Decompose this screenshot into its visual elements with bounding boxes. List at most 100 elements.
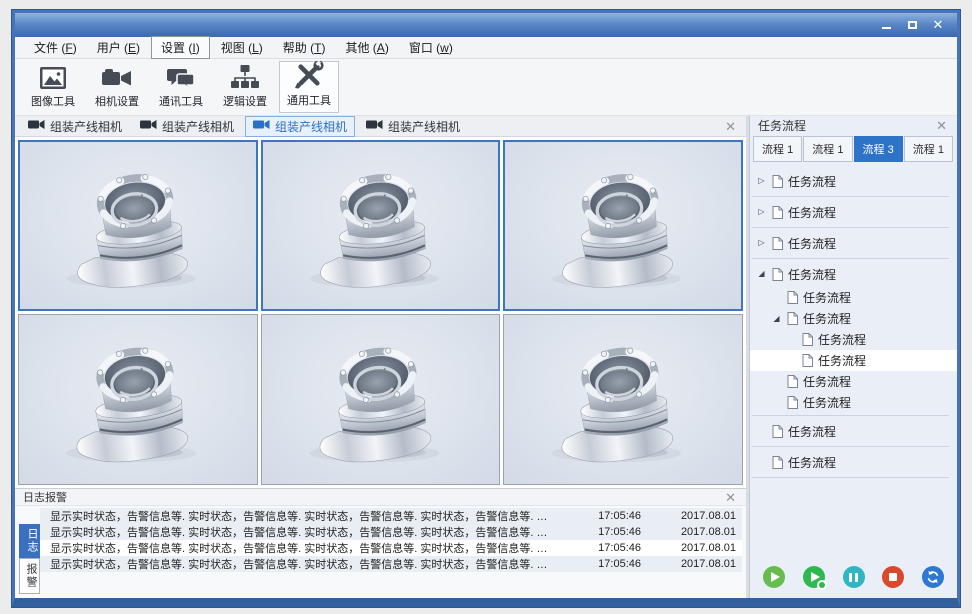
task-panel-title: 任务流程 bbox=[758, 117, 806, 134]
menu-item-4[interactable]: 帮助 (T) bbox=[274, 37, 335, 58]
logic-settings-icon bbox=[230, 64, 260, 90]
log-side-tabs: 日志 报警 bbox=[19, 524, 40, 598]
camera-tab-1[interactable]: 组装产线相机 bbox=[133, 117, 241, 136]
tree-item-5[interactable]: ◢ 任务流程 bbox=[750, 308, 957, 329]
tree-item-0[interactable]: ▷ 任务流程 bbox=[750, 168, 957, 194]
tree-item-7[interactable]: 任务流程 bbox=[750, 350, 957, 371]
titlebar[interactable]: ✕ bbox=[15, 13, 957, 37]
flow-tab-3[interactable]: 流程 1 bbox=[904, 136, 953, 162]
tree-collapsed-icon[interactable]: ▷ bbox=[756, 239, 767, 247]
pause-icon bbox=[855, 573, 858, 582]
tree-item-label: 任务流程 bbox=[803, 289, 851, 306]
minimize-button[interactable] bbox=[873, 17, 899, 34]
camera-view-tile-4[interactable] bbox=[261, 314, 501, 485]
tree-separator bbox=[752, 477, 949, 478]
close-icon[interactable]: ✕ bbox=[723, 120, 738, 133]
log-time: 17:05:46 bbox=[551, 542, 641, 554]
tree-item-9[interactable]: 任务流程 bbox=[750, 392, 957, 413]
tree-item-label: 任务流程 bbox=[803, 373, 851, 390]
tree-item-6[interactable]: 任务流程 bbox=[750, 329, 957, 350]
document-icon bbox=[772, 175, 783, 188]
tree-item-1[interactable]: ▷ 任务流程 bbox=[750, 199, 957, 225]
toolbar-item-label: 逻辑设置 bbox=[223, 93, 267, 109]
menu-item-5[interactable]: 其他 (A) bbox=[336, 37, 397, 58]
menu-item-label: 文件 ( bbox=[34, 41, 65, 55]
menu-item-3[interactable]: 视图 (L) bbox=[212, 37, 272, 58]
document-icon bbox=[772, 268, 783, 281]
flow-tab-2[interactable]: 流程 3 bbox=[854, 136, 903, 162]
tree-collapsed-icon[interactable]: ▷ bbox=[756, 208, 767, 216]
camera-view-tile-2[interactable] bbox=[503, 140, 743, 311]
tree-item-4[interactable]: 任务流程 bbox=[750, 287, 957, 308]
tree-item-10[interactable]: 任务流程 bbox=[750, 418, 957, 444]
tree-item-label: 任务流程 bbox=[788, 204, 836, 221]
tree-collapsed-icon[interactable]: ▷ bbox=[756, 177, 767, 185]
camera-view-tile-1[interactable] bbox=[261, 140, 501, 311]
metal-part-image bbox=[38, 318, 238, 480]
menu-item-2[interactable]: 设置 (I) bbox=[151, 36, 210, 59]
log-row-1[interactable]: 显示实时状态，告警信息等. 实时状态，告警信息等. 实时状态，告警信息等. 实时… bbox=[40, 524, 742, 540]
menu-item-label: ) bbox=[136, 41, 140, 55]
toolbar-item-general-tools[interactable]: 通用工具 bbox=[279, 61, 339, 113]
menu-item-label: 窗口 ( bbox=[409, 41, 440, 55]
tree-item-label: 任务流程 bbox=[788, 235, 836, 252]
close-icon[interactable]: ✕ bbox=[934, 119, 949, 132]
menu-item-0[interactable]: 文件 (F) bbox=[25, 37, 86, 58]
tree-expanded-icon[interactable]: ◢ bbox=[756, 270, 767, 278]
camera-tab-0[interactable]: 组装产线相机 bbox=[21, 117, 129, 136]
tab-log[interactable]: 日志 bbox=[19, 524, 40, 558]
tree-item-label: 任务流程 bbox=[788, 173, 836, 190]
close-button[interactable]: ✕ bbox=[925, 17, 951, 34]
log-time: 17:05:46 bbox=[551, 510, 641, 522]
tree-item-label: 任务流程 bbox=[788, 423, 836, 440]
tree-item-2[interactable]: ▷ 任务流程 bbox=[750, 230, 957, 256]
tree-expanded-icon[interactable]: ◢ bbox=[771, 315, 782, 323]
metal-part-image bbox=[524, 145, 722, 305]
toolbar-item-logic-settings[interactable]: 逻辑设置 bbox=[215, 61, 275, 113]
pause-button[interactable] bbox=[843, 566, 865, 588]
tree-item-8[interactable]: 任务流程 bbox=[750, 371, 957, 392]
log-date: 2017.08.01 bbox=[641, 526, 736, 538]
log-row-0[interactable]: 显示实时状态，告警信息等. 实时状态，告警信息等. 实时状态，告警信息等. 实时… bbox=[40, 508, 742, 524]
stop-button[interactable] bbox=[882, 566, 904, 588]
camera-tab-label: 组装产线相机 bbox=[275, 118, 347, 135]
camera-view-tile-0[interactable] bbox=[18, 140, 258, 311]
menu-item-label: ) bbox=[259, 41, 263, 55]
main-area: 组装产线相机 组装产线相机 组装产线相机 组装产线相机 ✕ bbox=[15, 116, 746, 598]
camera-tab-label: 组装产线相机 bbox=[162, 118, 234, 135]
camera-view-tile-3[interactable] bbox=[18, 314, 258, 485]
camera-view-tile-5[interactable] bbox=[503, 314, 743, 485]
tab-alarm[interactable]: 报警 bbox=[19, 558, 40, 594]
document-icon bbox=[787, 396, 798, 409]
play-button[interactable] bbox=[763, 566, 785, 588]
maximize-button[interactable] bbox=[899, 17, 925, 34]
menu-item-1[interactable]: 用户 (E) bbox=[88, 37, 149, 58]
menu-item-label: 视图 ( bbox=[221, 41, 252, 55]
document-icon bbox=[787, 291, 798, 304]
log-row-2[interactable]: 显示实时状态，告警信息等. 实时状态，告警信息等. 实时状态，告警信息等. 实时… bbox=[40, 540, 742, 556]
sync-button[interactable] bbox=[922, 566, 944, 588]
log-row-3[interactable]: 显示实时状态，告警信息等. 实时状态，告警信息等. 实时状态，告警信息等. 实时… bbox=[40, 556, 742, 572]
metal-part-image bbox=[281, 318, 481, 480]
toolbar-item-camera-settings[interactable]: 相机设置 bbox=[87, 61, 147, 113]
menu-item-label: ) bbox=[73, 41, 77, 55]
close-icon[interactable]: ✕ bbox=[723, 491, 738, 504]
tree-item-3[interactable]: ◢任务流程 bbox=[750, 261, 957, 287]
toolbar-item-image-tools[interactable]: 图像工具 bbox=[23, 61, 83, 113]
log-message: 显示实时状态，告警信息等. 实时状态，告警信息等. 实时状态，告警信息等. 实时… bbox=[50, 524, 551, 540]
menu-item-6[interactable]: 窗口 (w) bbox=[400, 37, 462, 58]
flow-tab-1[interactable]: 流程 1 bbox=[803, 136, 852, 162]
camera-tab-2[interactable]: 组装产线相机 bbox=[245, 116, 355, 137]
toolbar: 图像工具 相机设置 通讯工具 逻辑设置 bbox=[15, 59, 957, 116]
toolbar-item-communication-tools[interactable]: 通讯工具 bbox=[151, 61, 211, 113]
toolbar-item-label: 图像工具 bbox=[31, 93, 75, 109]
menu-shortcut-key: A bbox=[377, 41, 385, 55]
camera-tab-label: 组装产线相机 bbox=[388, 118, 460, 135]
flow-tab-0[interactable]: 流程 1 bbox=[753, 136, 802, 162]
play-badge-button[interactable] bbox=[803, 566, 825, 588]
camera-tab-3[interactable]: 组装产线相机 bbox=[359, 117, 467, 136]
tree-item-label: 任务流程 bbox=[803, 310, 851, 327]
tree-item-label: 任务流程 bbox=[818, 331, 866, 348]
tree-item-11[interactable]: 任务流程 bbox=[750, 449, 957, 475]
pause-icon bbox=[849, 573, 852, 582]
